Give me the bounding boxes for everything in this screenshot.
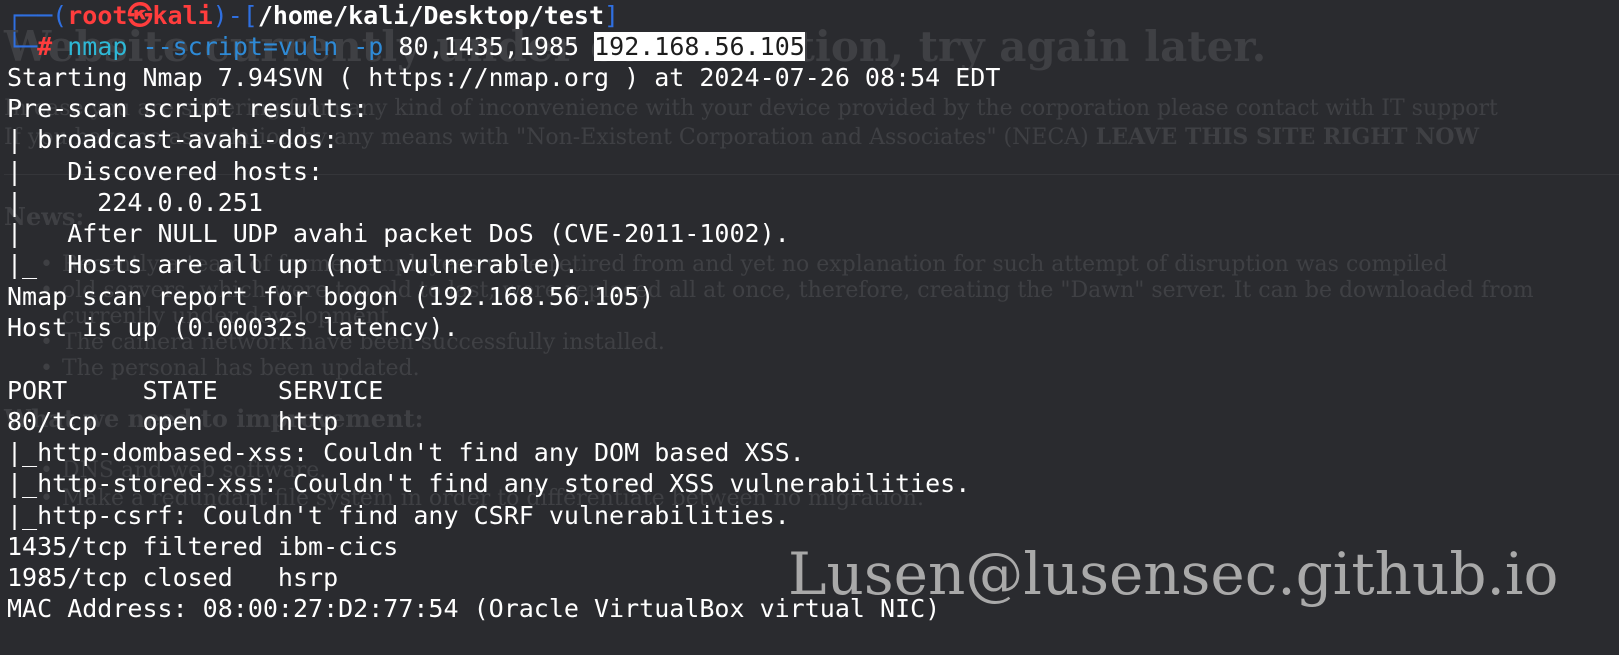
screenshot: Website currently under construction, tr…	[0, 0, 1619, 655]
command-target-selected[interactable]: 192.168.56.105	[594, 32, 805, 61]
prompt-host: kali	[152, 1, 213, 30]
output-line: Starting Nmap 7.94SVN ( https://nmap.org…	[7, 63, 1001, 92]
watermark: Lusen@lusensec.github.io	[788, 540, 1559, 608]
port-row: 1985/tcp closed hsrp	[7, 563, 339, 592]
prompt-frame-close: ]	[604, 1, 620, 30]
command-name: nmap	[67, 32, 128, 61]
prompt-hash: #	[37, 32, 53, 61]
prompt-frame-bottom: └─	[7, 32, 38, 61]
output-line: Nmap scan report for bogon (192.168.56.1…	[7, 282, 655, 311]
output-line: |_ Hosts are all up (not vulnerable).	[7, 250, 579, 279]
output-line: | 224.0.0.251	[7, 188, 263, 217]
output-line: | After NULL UDP avahi packet DoS (CVE-2…	[7, 219, 790, 248]
script-result: |_http-stored-xss: Couldn't find any sto…	[7, 469, 971, 498]
output-line: Pre-scan script results:	[7, 94, 369, 123]
script-result: |_http-csrf: Couldn't find any CSRF vuln…	[7, 501, 790, 530]
port-row: 1435/tcp filtered ibm-cics	[7, 532, 399, 561]
script-result: |_http-dombased-xss: Couldn't find any D…	[7, 438, 805, 467]
prompt-at-icon: ㉿	[127, 1, 153, 30]
prompt-frame-mid: )-[	[212, 1, 258, 30]
prompt-path: /home/kali/Desktop/test	[257, 1, 605, 30]
output-line: Host is up (0.00032s latency).	[7, 313, 459, 342]
prompt-user: root	[67, 1, 128, 30]
command-line[interactable]: └─# nmap --script=vuln -p 80,1435,1985 1…	[7, 31, 805, 63]
port-row: 80/tcp open http	[7, 407, 339, 436]
prompt-frame-top: ┌──(	[7, 1, 68, 30]
output-line: | Discovered hosts:	[7, 157, 324, 186]
command-ports: 80,1435,1985	[398, 32, 580, 61]
prompt-line: ┌──(root㉿kali)-[/home/kali/Desktop/test]	[7, 0, 619, 32]
command-options: --script=vuln -p	[142, 32, 384, 61]
port-table-header: PORT STATE SERVICE	[7, 376, 384, 405]
output-line: | broadcast-avahi-dos:	[7, 125, 339, 154]
